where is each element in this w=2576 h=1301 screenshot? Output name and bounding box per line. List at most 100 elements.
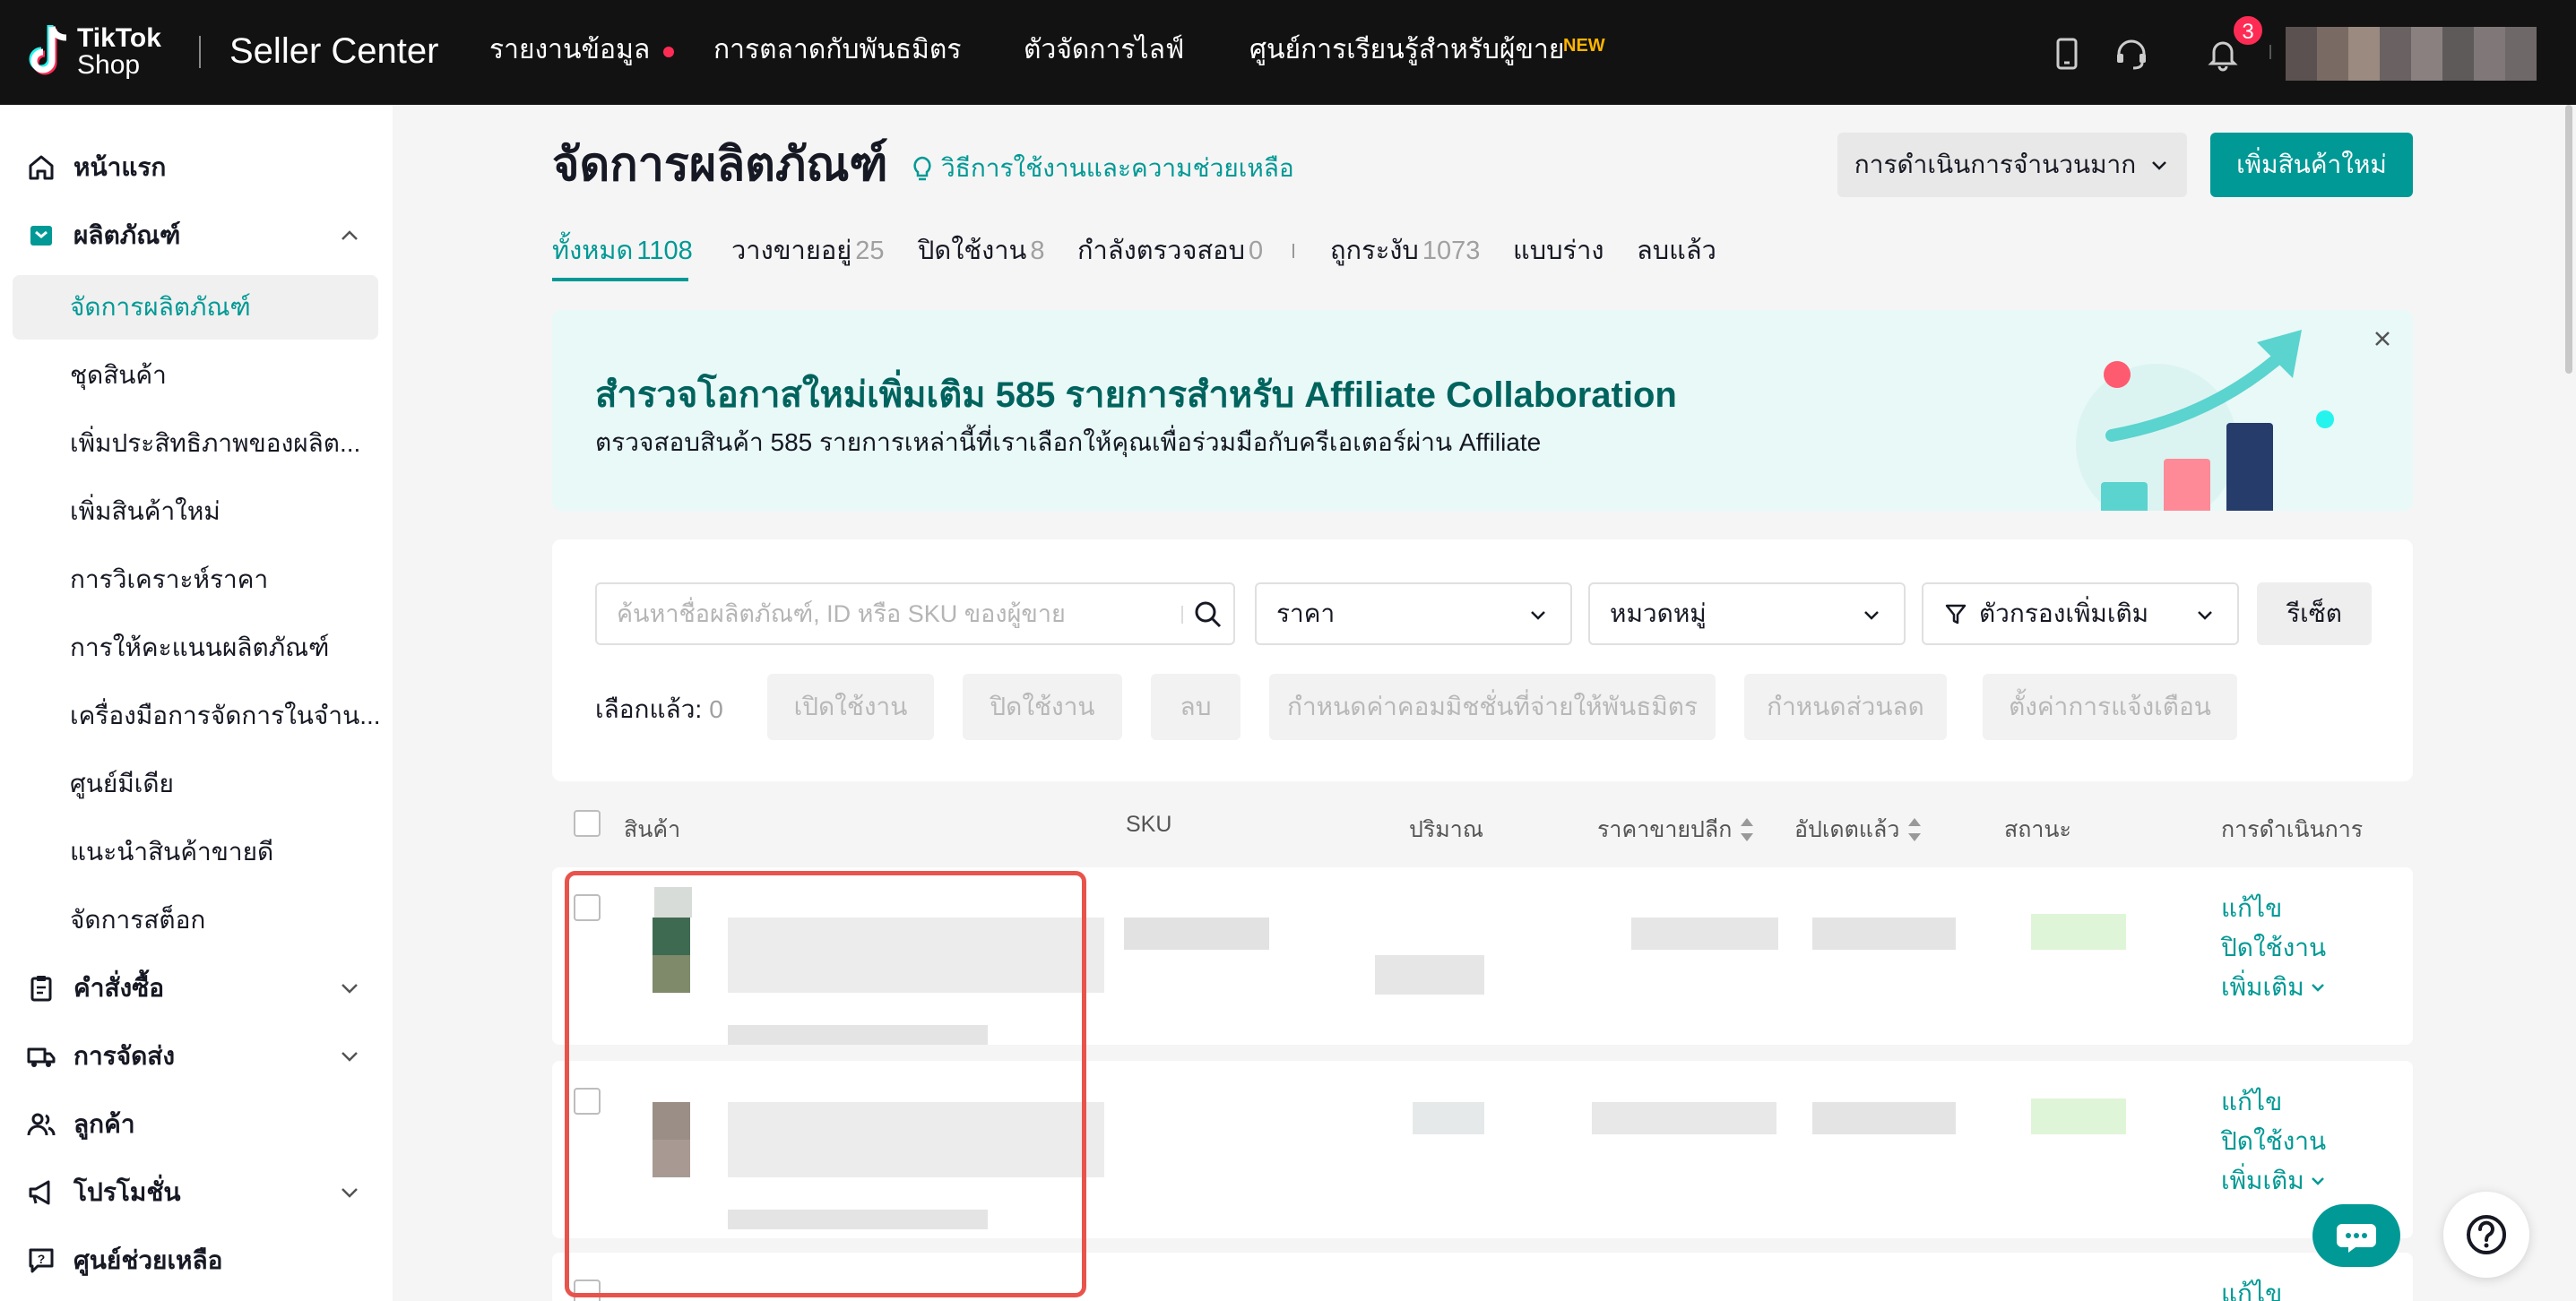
page-scrollbar[interactable]	[2565, 105, 2572, 374]
sidebar-item-price-analysis[interactable]: การวิเคราะห์ราคา	[13, 547, 378, 612]
tiktok-note-icon	[29, 25, 67, 75]
tab-suspended[interactable]: ถูกระงับ 1073	[1330, 229, 1480, 272]
more-filters-select[interactable]: ตัวกรองเพิ่มเติม	[1922, 582, 2239, 645]
add-product-button[interactable]: เพิ่มสินค้าใหม่	[2210, 133, 2413, 197]
topnav-item-data-report[interactable]: รายงานข้อมูล	[489, 30, 650, 70]
tab-count: 8	[1030, 237, 1045, 265]
sort-icon[interactable]	[1741, 818, 1754, 841]
redacted-product-name	[728, 918, 1104, 993]
tab-reviewing[interactable]: กำลังตรวจสอบ 0	[1077, 229, 1263, 272]
redacted-product-id	[728, 1025, 988, 1045]
page-title: จัดการผลิตภัณฑ์	[552, 139, 888, 191]
sort-icon[interactable]	[1908, 818, 1922, 841]
topnav-item-affiliate-marketing[interactable]: การตลาดกับพันธมิตร	[713, 30, 962, 70]
sidebar-item-product-sets[interactable]: ชุดสินค้า	[13, 343, 378, 408]
edit-link[interactable]: แก้ไข	[2221, 889, 2328, 928]
sidebar-item-manage-products[interactable]: จัดการผลิตภัณฑ์	[13, 275, 378, 340]
select-all-checkbox[interactable]	[574, 810, 601, 837]
row-checkbox[interactable]	[574, 894, 601, 921]
headset-icon[interactable]	[2112, 34, 2151, 73]
chevron-down-icon[interactable]	[339, 978, 360, 999]
redacted-updated-time	[1812, 918, 1956, 950]
sidebar-item-label: จัดการผลิตภัณฑ์	[70, 293, 251, 321]
product-icon	[30, 226, 52, 246]
help-link-label: วิธีการใช้งานและความช่วยเหลือ	[941, 154, 1294, 182]
tab-deactivated[interactable]: ปิดใช้งาน 8	[918, 229, 1045, 272]
tab-drafts[interactable]: แบบร่าง	[1513, 229, 1604, 272]
row-checkbox[interactable]	[574, 1279, 601, 1301]
tab-label: แบบร่าง	[1513, 237, 1604, 265]
sidebar-item-products[interactable]: ผลิตภัณฑ์	[13, 203, 378, 268]
sidebar-item-help-center[interactable]: ? ศูนย์ช่วยเหลือ	[13, 1228, 378, 1293]
chevron-down-icon[interactable]	[339, 1046, 360, 1067]
sidebar-item-product-optimization[interactable]: เพิ่มประสิทธิภาพของผลิต...	[13, 411, 378, 476]
bulk-discount-button[interactable]: กำหนดส่วนลด	[1744, 674, 1947, 740]
column-header-retail-price[interactable]: ราคาขายปลีก	[1597, 812, 1754, 848]
sidebar-item-add-product[interactable]: เพิ่มสินค้าใหม่	[13, 479, 378, 544]
bulk-action-label: การดำเนินการจำนวนมาก	[1854, 151, 2137, 178]
close-icon[interactable]	[2368, 324, 2397, 353]
sidebar-item-customers[interactable]: ลูกค้า	[13, 1092, 378, 1157]
chevron-down-icon	[1531, 611, 1545, 620]
help-link[interactable]: วิธีการใช้งานและความช่วยเหลือ	[911, 149, 1294, 188]
users-icon	[27, 1113, 56, 1136]
redacted-updated-time	[1812, 1102, 1956, 1134]
sidebar-item-media-center[interactable]: ศูนย์มีเดีย	[13, 752, 378, 816]
bulk-deactivate-button[interactable]: ปิดใช้งาน	[963, 674, 1122, 740]
bulk-commission-button[interactable]: กำหนดค่าคอมมิชชั่นที่จ่ายให้พันธมิตร	[1269, 674, 1716, 740]
column-header-quantity: ปริมาณ	[1409, 817, 1484, 842]
bulk-action-button[interactable]: การดำเนินการจำนวนมาก	[1837, 133, 2187, 197]
disable-link[interactable]: ปิดใช้งาน	[2221, 928, 2328, 968]
row-actions: แก้ไข	[2221, 1274, 2282, 1301]
search-icon[interactable]	[1192, 599, 1224, 631]
sidebar-item-label: การให้คะแนนผลิตภัณฑ์	[70, 633, 330, 661]
column-header-actions: การดำเนินการ	[2221, 817, 2364, 842]
help-button[interactable]	[2443, 1192, 2529, 1278]
column-header-sku: SKU	[1126, 812, 1172, 837]
row-checkbox[interactable]	[574, 1088, 601, 1115]
sidebar-item-inventory[interactable]: จัดการสต็อก	[13, 888, 378, 952]
chevron-down-icon[interactable]	[339, 1182, 360, 1203]
seller-center-title: Seller Center	[229, 31, 439, 71]
search-input[interactable]	[617, 595, 1163, 633]
category-select-label: หมวดหมู่	[1610, 599, 1707, 627]
disable-link[interactable]: ปิดใช้งาน	[2221, 1122, 2328, 1161]
selected-count: 0	[709, 695, 723, 723]
category-select[interactable]: หมวดหมู่	[1588, 582, 1906, 645]
reset-button[interactable]: รีเซ็ต	[2257, 582, 2372, 645]
price-select-label: ราคา	[1276, 599, 1336, 627]
tab-divider	[1292, 244, 1294, 258]
more-link[interactable]: เพิ่มเติม	[2221, 968, 2328, 1007]
chevron-down-icon	[2198, 611, 2212, 620]
tab-count: 1073	[1422, 237, 1481, 265]
bulk-notification-button[interactable]: ตั้งค่าการแจ้งเตือน	[1983, 674, 2237, 740]
sidebar-item-home[interactable]: หน้าแรก	[13, 135, 378, 200]
chevron-up-icon[interactable]	[339, 225, 360, 246]
sidebar-item-shipping[interactable]: การจัดส่ง	[13, 1024, 378, 1089]
topnav-item-learning-center[interactable]: ศูนย์การเรียนรู้สำหรับผู้ขาย	[1249, 30, 1564, 70]
phone-icon[interactable]	[2047, 34, 2087, 73]
tab-all[interactable]: ทั้งหมด 1108	[552, 229, 693, 272]
sidebar-item-bulk-tools[interactable]: เครื่องมือการจัดการในจำน...	[13, 684, 378, 748]
tab-live[interactable]: วางขายอยู่ 25	[731, 229, 885, 272]
account-avatar[interactable]	[2286, 27, 2537, 81]
chat-button[interactable]	[2312, 1204, 2400, 1267]
bulk-delete-button[interactable]: ลบ	[1151, 674, 1240, 740]
topnav-item-live-manager[interactable]: ตัวจัดการไลฟ์	[1024, 30, 1184, 70]
bulk-activate-button[interactable]: เปิดใช้งาน	[767, 674, 934, 740]
tab-label: ปิดใช้งาน	[918, 237, 1027, 265]
tab-deleted[interactable]: ลบแล้ว	[1637, 229, 1716, 272]
column-header-updated[interactable]: อัปเดตแล้ว	[1794, 812, 1922, 848]
sidebar-item-promotions[interactable]: โปรโมชั่น	[13, 1160, 378, 1225]
price-select[interactable]: ราคา	[1255, 582, 1572, 645]
sidebar-item-best-sellers[interactable]: แนะนำสินค้าขายดี	[13, 820, 378, 884]
tiktok-shop-logo[interactable]: TikTok Shop	[25, 22, 173, 82]
edit-link[interactable]: แก้ไข	[2221, 1082, 2328, 1122]
tab-count: 0	[1249, 237, 1264, 265]
sidebar-item-orders[interactable]: คำสั่งซื้อ	[13, 956, 378, 1021]
chevron-down-icon	[1864, 611, 1879, 620]
help-chat-icon: ?	[29, 1248, 54, 1273]
more-link[interactable]: เพิ่มเติม	[2221, 1161, 2328, 1201]
sidebar-item-product-rating[interactable]: การให้คะแนนผลิตภัณฑ์	[13, 616, 378, 680]
edit-link[interactable]: แก้ไข	[2221, 1274, 2282, 1301]
